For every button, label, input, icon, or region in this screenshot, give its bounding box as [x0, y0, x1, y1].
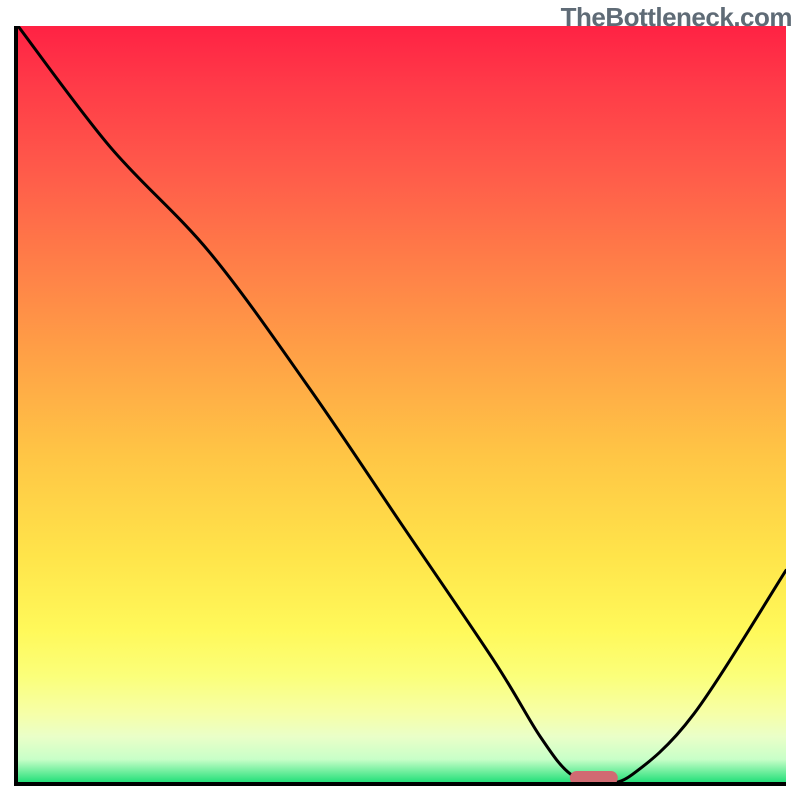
bottleneck-curve — [18, 26, 786, 782]
chart-root: TheBottleneck.com — [0, 0, 800, 800]
watermark-text: TheBottleneck.com — [561, 2, 792, 33]
optimal-point-marker — [570, 771, 618, 782]
plot-axes — [14, 26, 786, 786]
plot-area — [18, 26, 786, 782]
